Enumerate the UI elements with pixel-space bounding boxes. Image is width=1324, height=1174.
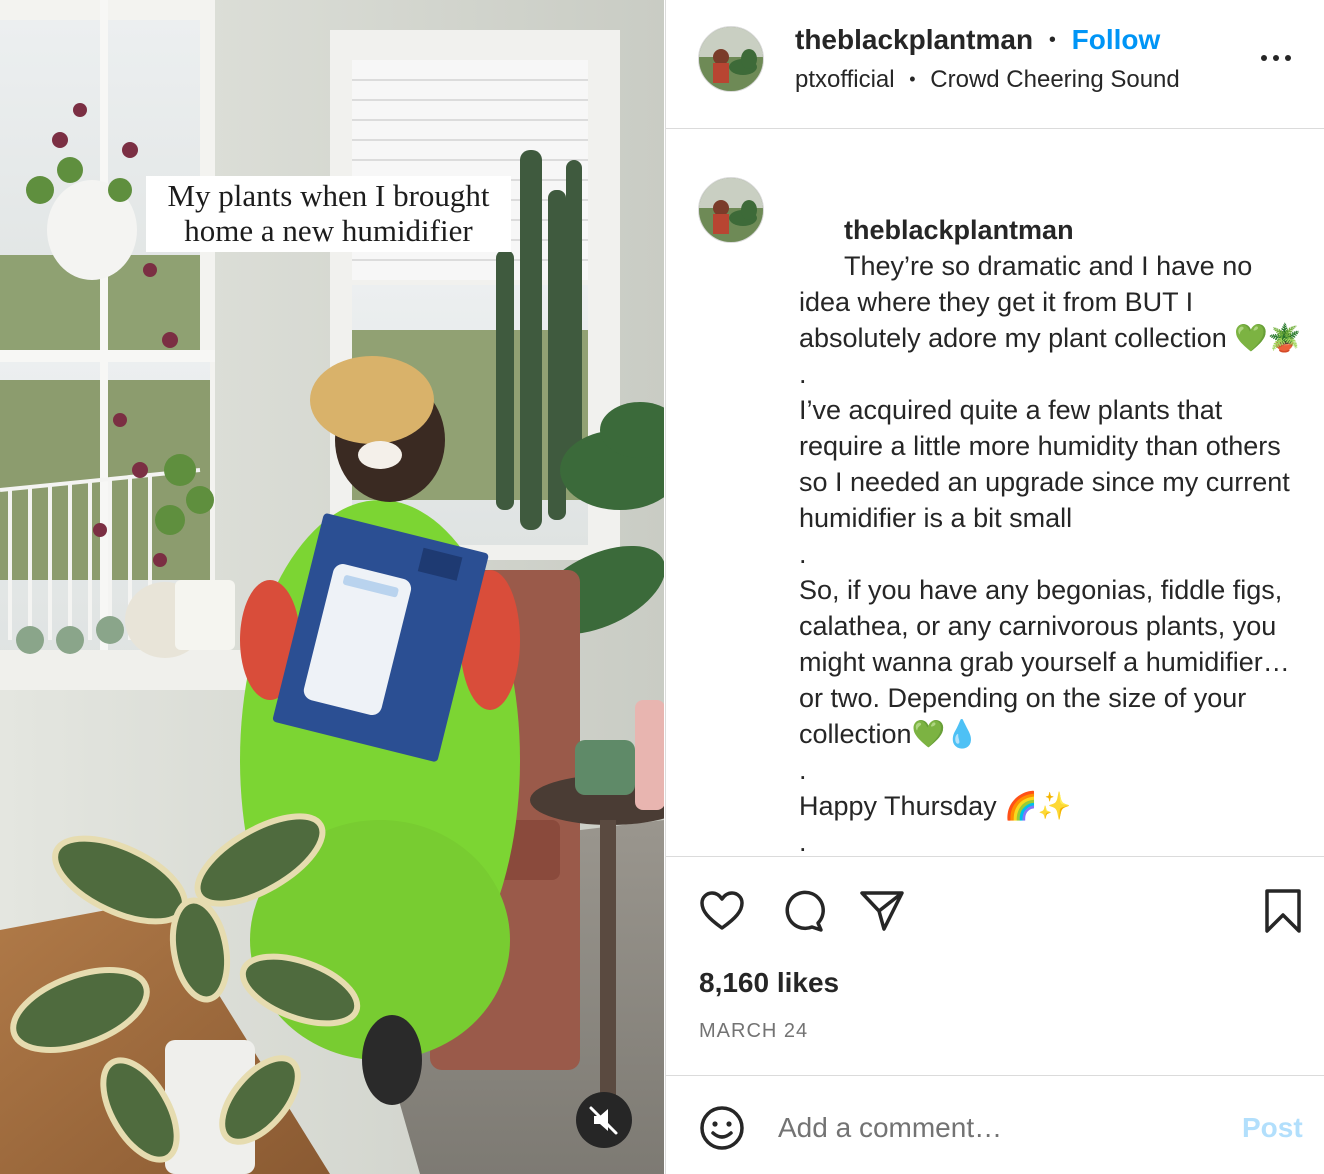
- comment-button[interactable]: [778, 887, 826, 935]
- caption-username[interactable]: theblackplantman: [844, 215, 1074, 245]
- author-username[interactable]: theblackplantman: [795, 24, 1033, 55]
- audio-title[interactable]: Crowd Cheering Sound: [930, 66, 1179, 93]
- more-horizontal-icon: [1261, 55, 1291, 61]
- mute-button[interactable]: [576, 1092, 632, 1148]
- avatar-image: [699, 178, 763, 242]
- overlay-caption-line-1: My plants when I brought: [167, 178, 490, 213]
- more-options-button[interactable]: [1256, 40, 1296, 76]
- speaker-muted-icon: [589, 1106, 618, 1135]
- caption-text: They’re so dramatic and I have no idea w…: [799, 251, 1302, 855]
- like-button[interactable]: [698, 887, 746, 935]
- comment-composer: Post: [666, 1076, 1324, 1174]
- heart-icon: [700, 891, 744, 930]
- smiley-icon: [700, 1106, 744, 1150]
- avatar-image: [699, 27, 763, 91]
- share-button[interactable]: [858, 887, 906, 935]
- post-comment-button[interactable]: Post: [1242, 1112, 1303, 1144]
- save-button[interactable]: [1259, 887, 1307, 935]
- post-header: theblackplantman • Follow ptxofficial • …: [666, 0, 1324, 128]
- post-side-panel: theblackplantman • Follow ptxofficial • …: [665, 0, 1324, 1174]
- post-media[interactable]: My plants when I brought home a new humi…: [0, 0, 664, 1174]
- paper-plane-icon: [860, 891, 904, 931]
- audio-separator: •: [909, 69, 916, 89]
- follow-button[interactable]: Follow: [1072, 24, 1161, 55]
- caption-body: theblackplantman They’re so dramatic and…: [799, 176, 1309, 855]
- author-avatar[interactable]: [698, 26, 764, 92]
- caption-author-avatar[interactable]: [698, 177, 764, 243]
- comment-input[interactable]: [778, 1104, 1198, 1152]
- post-date[interactable]: MARCH 24: [699, 1019, 808, 1043]
- caption-section: theblackplantman They’re so dramatic and…: [666, 129, 1324, 855]
- media-overlay-caption: My plants when I brought home a new humi…: [146, 176, 511, 252]
- header-dot-separator: •: [1048, 29, 1056, 51]
- likes-count[interactable]: 8,160 likes: [699, 966, 839, 1000]
- emoji-picker-button[interactable]: [698, 1104, 746, 1152]
- overlay-caption-line-2: home a new humidifier: [184, 213, 473, 248]
- audio-artist[interactable]: ptxofficial: [795, 66, 895, 93]
- comment-icon: [785, 890, 825, 932]
- action-bar: [666, 857, 1324, 957]
- bookmark-icon: [1265, 889, 1301, 933]
